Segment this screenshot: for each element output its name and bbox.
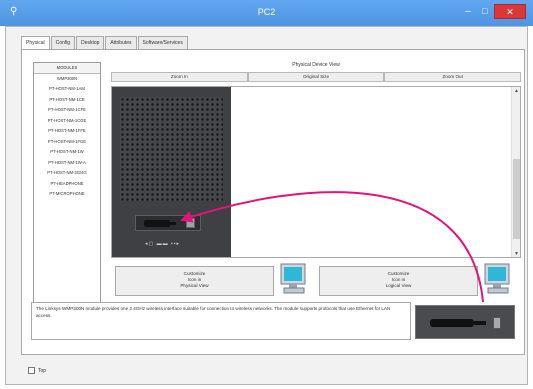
vent-grille xyxy=(120,97,223,201)
tab-config[interactable]: Config xyxy=(50,36,76,49)
monitor-icon xyxy=(484,263,510,294)
top-checkbox[interactable]: Top xyxy=(28,367,46,374)
module-port xyxy=(493,317,501,329)
module-item[interactable]: PT-HOST-NM-1CGE xyxy=(34,116,100,127)
title-bar[interactable]: ⚲ PC2 – □ ✕ xyxy=(0,0,533,26)
module-list-header: MODULES xyxy=(34,63,100,74)
module-item[interactable]: WMP300N xyxy=(34,74,100,85)
original-size-button[interactable]: Original Size xyxy=(247,72,385,82)
tab-software-services[interactable]: Software/Services xyxy=(137,36,188,49)
minimize-button[interactable]: – xyxy=(460,4,476,19)
module-connector-icon xyxy=(144,220,176,227)
scroll-up-icon[interactable]: ▲ xyxy=(512,87,520,96)
scroll-thumb[interactable] xyxy=(513,159,520,239)
module-description: The Linksys-WMP300N module provides one … xyxy=(31,302,411,340)
tab-bar: Physical Config Desktop Attributes Softw… xyxy=(21,36,189,50)
empty-module-slot[interactable] xyxy=(135,215,201,231)
window-title: PC2 xyxy=(257,7,276,17)
close-button[interactable]: ✕ xyxy=(494,4,526,19)
physical-device-canvas: ◂▢ ▬▬ ▪▪▸ ▲ ▼ xyxy=(111,86,521,258)
checkbox-icon[interactable] xyxy=(28,367,35,374)
module-item[interactable]: PT-HEADPHONE xyxy=(34,179,100,190)
customize-physical-view-button[interactable]: Customize Icon in Physical View xyxy=(115,266,274,296)
wireless-module-icon xyxy=(430,319,486,327)
zoom-in-button[interactable]: Zoom In xyxy=(111,72,248,82)
vertical-scrollbar[interactable]: ▲ ▼ xyxy=(511,87,520,257)
module-list: MODULES WMP300N PT-HOST-NM-1AM PT-HOST-N… xyxy=(33,62,101,308)
zoom-out-button[interactable]: Zoom Out xyxy=(384,72,522,82)
module-preview-image[interactable] xyxy=(415,305,515,339)
pc2-window: ⚲ PC2 – □ ✕ Physical Config Desktop Attr… xyxy=(0,0,533,389)
monitor-icon xyxy=(280,263,306,294)
zoom-toolbar: Zoom In Original Size Zoom Out xyxy=(111,72,522,82)
module-item[interactable]: PT-HOST-NM-1CFE xyxy=(34,105,100,116)
physical-device-view-title: Physical Device View xyxy=(292,62,340,68)
customize-label: Logical View xyxy=(385,283,412,288)
module-item[interactable]: PT-HOST-NM-1FFE xyxy=(34,126,100,137)
module-item[interactable]: PT-HOST-NM-3G/4G xyxy=(34,168,100,179)
pc-device-image: ◂▢ ▬▬ ▪▪▸ xyxy=(112,87,231,257)
maximize-button[interactable]: □ xyxy=(478,4,492,19)
module-item[interactable]: PT-HOST-NM-1W-A xyxy=(34,158,100,169)
module-item[interactable]: PT-HOST-NM-1W xyxy=(34,147,100,158)
tab-physical[interactable]: Physical xyxy=(21,36,50,50)
module-item[interactable]: PT-MICROPHONE xyxy=(34,189,100,200)
slot-port xyxy=(186,218,195,228)
tab-desktop[interactable]: Desktop xyxy=(76,36,105,49)
module-item[interactable]: PT-HOST-NM-1FGE xyxy=(34,137,100,148)
top-checkbox-label: Top xyxy=(38,367,47,374)
tab-attributes[interactable]: Attributes xyxy=(105,36,137,49)
module-item[interactable]: PT-HOST-NM-1AM xyxy=(34,84,100,95)
customize-label: Physical View xyxy=(180,283,209,288)
device-indicator-lights: ◂▢ ▬▬ ▪▪▸ xyxy=(145,241,181,247)
customize-logical-view-button[interactable]: Customize Icon in Logical View xyxy=(319,266,478,296)
module-item[interactable]: PT-HOST-NM-1CE xyxy=(34,95,100,106)
scroll-down-icon[interactable]: ▼ xyxy=(512,250,520,257)
